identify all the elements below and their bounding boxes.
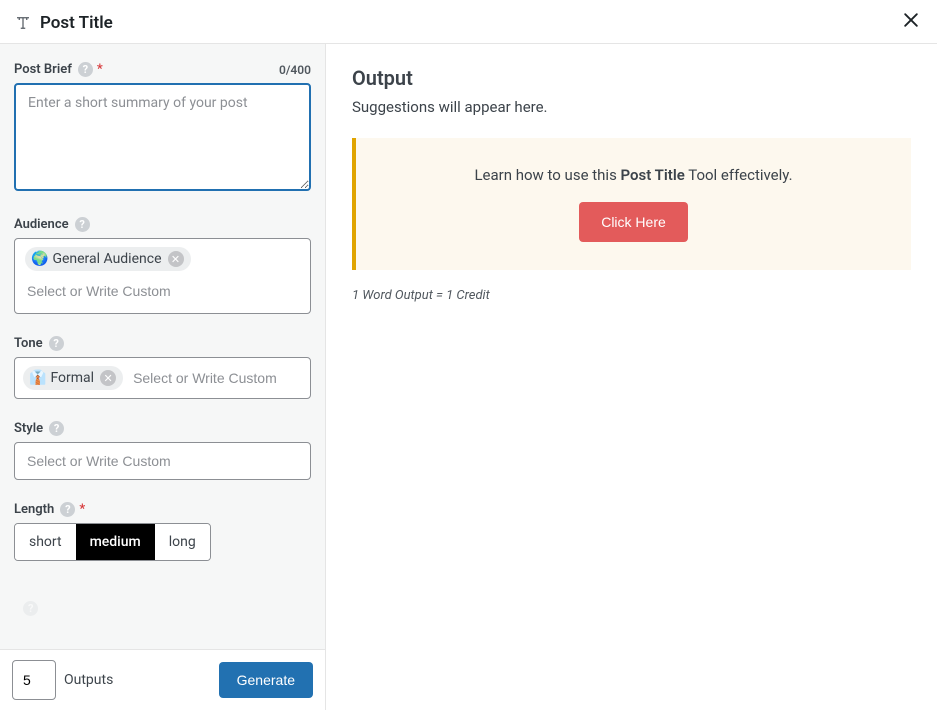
tone-input[interactable]: 👔 Formal ✕ (14, 357, 311, 399)
tip-callout: Learn how to use this Post Title Tool ef… (352, 138, 911, 270)
next-field-peek: ? (14, 601, 311, 616)
help-icon[interactable]: ? (60, 502, 75, 517)
tone-chip-label: Formal (50, 370, 94, 386)
person-icon: 👔 (29, 370, 46, 386)
title-icon (14, 14, 32, 32)
footer-bar: Outputs Generate (0, 649, 325, 710)
tone-text-input[interactable] (131, 364, 302, 392)
output-heading: Output (352, 66, 911, 90)
style-label: Style ? (14, 421, 311, 436)
help-icon[interactable]: ? (78, 62, 93, 77)
chip-remove-icon[interactable]: ✕ (100, 370, 116, 386)
tip-bold: Post Title (621, 166, 685, 184)
length-option-long[interactable]: long (155, 524, 210, 560)
output-subtitle: Suggestions will appear here. (352, 98, 911, 116)
audience-field: Audience ? 🌍 General Audience ✕ (14, 217, 311, 314)
help-icon[interactable]: ? (49, 421, 64, 436)
chip-remove-icon[interactable]: ✕ (168, 251, 184, 267)
outputs-count-input[interactable] (12, 660, 56, 700)
tip-text: Learn how to use this Post Title Tool ef… (376, 166, 891, 184)
post-brief-field: Post Brief ? * 0/400 (14, 62, 311, 195)
output-panel: Output Suggestions will appear here. Lea… (326, 44, 937, 710)
audience-label-text: Audience (14, 217, 69, 232)
length-label-text: Length (14, 502, 54, 517)
length-label: Length ? * (14, 502, 311, 517)
audience-chip-label: General Audience (52, 251, 161, 267)
tip-cta-button[interactable]: Click Here (579, 202, 688, 242)
required-asterisk: * (79, 502, 85, 517)
post-brief-input[interactable] (14, 83, 311, 191)
audience-chip[interactable]: 🌍 General Audience ✕ (25, 247, 191, 271)
help-icon[interactable]: ? (49, 336, 64, 351)
length-option-short[interactable]: short (15, 524, 76, 560)
style-input[interactable] (14, 442, 311, 480)
close-icon[interactable] (901, 10, 921, 35)
generate-button[interactable]: Generate (219, 662, 313, 698)
audience-text-input[interactable] (25, 277, 300, 305)
style-text-input[interactable] (25, 447, 300, 475)
tone-label-text: Tone (14, 336, 43, 351)
length-option-medium[interactable]: medium (76, 524, 155, 560)
globe-icon: 🌍 (31, 251, 48, 267)
tone-field: Tone ? 👔 Formal ✕ (14, 336, 311, 399)
length-segments: short medium long (14, 523, 211, 561)
tip-prefix: Learn how to use this (474, 166, 620, 184)
post-brief-counter: 0/400 (279, 63, 311, 77)
header: Post Title (0, 0, 937, 43)
length-field: Length ? * short medium long (14, 502, 311, 561)
help-icon[interactable]: ? (75, 217, 90, 232)
help-icon: ? (23, 601, 38, 616)
post-brief-label: Post Brief ? * 0/400 (14, 62, 311, 77)
tone-chip[interactable]: 👔 Formal ✕ (23, 366, 123, 390)
credit-note: 1 Word Output = 1 Credit (352, 288, 911, 303)
page-title: Post Title (40, 13, 901, 33)
tone-label: Tone ? (14, 336, 311, 351)
audience-input[interactable]: 🌍 General Audience ✕ (14, 238, 311, 314)
style-label-text: Style (14, 421, 43, 436)
left-panel: Post Brief ? * 0/400 Audience ? 🌍 (0, 44, 326, 710)
audience-label: Audience ? (14, 217, 311, 232)
required-asterisk: * (97, 62, 103, 77)
outputs-label: Outputs (64, 672, 113, 688)
style-field: Style ? (14, 421, 311, 480)
post-brief-label-text: Post Brief (14, 62, 72, 77)
form-scroll-area[interactable]: Post Brief ? * 0/400 Audience ? 🌍 (0, 44, 325, 649)
tip-suffix: Tool effectively. (685, 166, 793, 184)
